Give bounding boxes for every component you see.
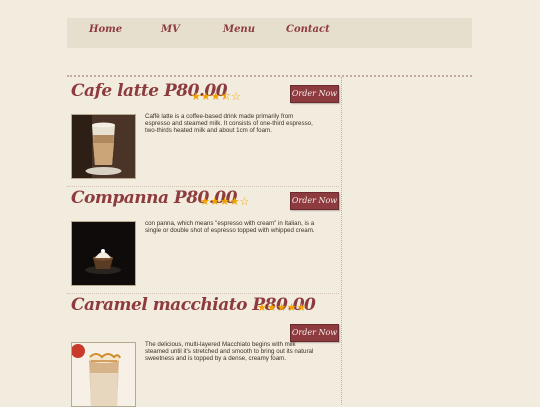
caramel-macchiato-photo — [71, 342, 136, 407]
nav-menu-link[interactable]: Menu — [223, 24, 255, 35]
cafe-latte-photo — [71, 114, 136, 179]
product-separator — [67, 186, 339, 187]
top-divider — [67, 75, 472, 77]
order-now-button[interactable]: Order Now — [290, 324, 339, 342]
companna-photo — [71, 221, 136, 286]
order-now-button[interactable]: Order Now — [290, 85, 339, 103]
product-description: con panna, which means "espresso with cr… — [145, 220, 315, 234]
rating-stars: ★★★★☆ — [200, 195, 250, 208]
rating-stars: ★★★⯪☆ — [191, 90, 241, 103]
nav-contact-link[interactable]: Contact — [286, 24, 330, 35]
column-divider — [341, 77, 342, 405]
product-separator — [67, 293, 339, 294]
product-description: The delicious, multi-layered Macchiato b… — [145, 341, 314, 362]
nav-mv-link[interactable]: MV — [161, 24, 180, 35]
top-nav: Home MV Menu Contact — [67, 18, 472, 48]
rating-stars: ★★★★★ — [257, 301, 307, 314]
product-description: Caffè latte is a coffee-based drink made… — [145, 113, 313, 134]
order-now-button[interactable]: Order Now — [290, 192, 339, 210]
nav-home-link[interactable]: Home — [89, 24, 122, 35]
